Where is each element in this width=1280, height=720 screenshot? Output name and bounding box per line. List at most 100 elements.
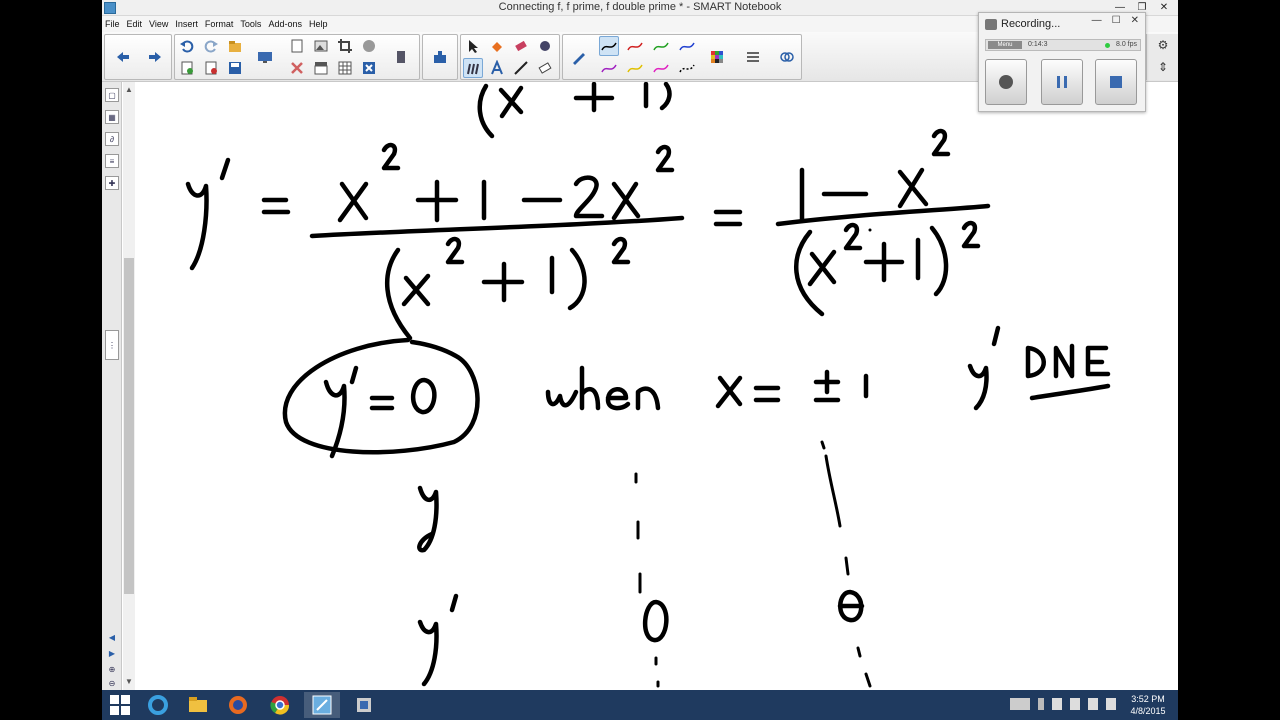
taskbar-firefox[interactable] bbox=[220, 692, 256, 718]
forward-icon bbox=[149, 52, 161, 62]
menu-view[interactable]: View bbox=[149, 19, 168, 29]
gallery-tab[interactable]: ▦ bbox=[105, 110, 119, 124]
delete-page-side-button[interactable]: ⊖ bbox=[105, 676, 119, 690]
pen-style-black[interactable] bbox=[599, 36, 619, 56]
menu-file[interactable]: File bbox=[105, 19, 120, 29]
delete-button[interactable] bbox=[287, 58, 307, 78]
pen-style-green[interactable] bbox=[651, 36, 671, 56]
screen-button[interactable] bbox=[255, 47, 275, 67]
recorder-minimize-button[interactable]: — bbox=[1092, 15, 1102, 26]
properties-button[interactable] bbox=[743, 47, 763, 67]
tools-button[interactable] bbox=[391, 47, 411, 67]
select-button[interactable] bbox=[463, 36, 483, 56]
settings-button[interactable]: ⚙ bbox=[1153, 36, 1173, 54]
battery-icon[interactable] bbox=[1070, 698, 1080, 710]
pen-style-magenta[interactable] bbox=[651, 58, 671, 78]
screen-shade-button[interactable] bbox=[311, 58, 331, 78]
numerator-left bbox=[337, 142, 675, 223]
menu-help[interactable]: Help bbox=[309, 19, 328, 29]
taskbar-clock[interactable]: 3:52 PM 4/8/2015 bbox=[1126, 693, 1170, 717]
next-page-button[interactable]: ▶ bbox=[105, 646, 119, 660]
gear-icon: ⚙ bbox=[1157, 38, 1169, 52]
pen-style-purple[interactable] bbox=[599, 58, 619, 78]
when-x-plus-minus-one bbox=[545, 365, 869, 411]
eraser-icon bbox=[515, 40, 527, 52]
delete-page-button[interactable] bbox=[201, 58, 221, 78]
pen-style-red[interactable] bbox=[625, 36, 645, 56]
properties-tab[interactable]: ≡ bbox=[105, 154, 119, 168]
open-button[interactable] bbox=[225, 36, 245, 56]
add-page-side-button[interactable]: ⊕ bbox=[105, 662, 119, 676]
save-button[interactable] bbox=[225, 58, 245, 78]
move-toolbar-button[interactable]: ⇕ bbox=[1153, 58, 1173, 76]
magic-button[interactable] bbox=[359, 36, 379, 56]
prev-page-button[interactable]: ◀ bbox=[105, 630, 119, 644]
scroll-thumb[interactable] bbox=[124, 258, 134, 594]
taskbar-chrome[interactable] bbox=[262, 692, 298, 718]
scroll-down-arrow[interactable]: ▼ bbox=[123, 676, 135, 688]
page-sorter-icon: ▢ bbox=[108, 90, 116, 100]
record-button[interactable] bbox=[985, 59, 1027, 105]
add-ons-button[interactable] bbox=[430, 47, 450, 67]
menu-insert[interactable]: Insert bbox=[175, 19, 198, 29]
menu-tools[interactable]: Tools bbox=[240, 19, 261, 29]
close-doc-button[interactable] bbox=[359, 58, 379, 78]
redo-button[interactable] bbox=[201, 36, 221, 56]
pause-button[interactable] bbox=[1041, 59, 1083, 105]
vertical-scrollbar[interactable]: ▲ ▼ bbox=[123, 82, 135, 690]
y-prime-equals bbox=[185, 157, 291, 271]
page-button[interactable] bbox=[287, 36, 307, 56]
menu-add-ons[interactable]: Add-ons bbox=[268, 19, 302, 29]
system-tray bbox=[1010, 698, 1116, 710]
recorder-window-controls: — ☐ ✕ bbox=[1092, 15, 1139, 26]
stop-button[interactable] bbox=[1095, 59, 1137, 105]
taskbar-smart-notebook[interactable] bbox=[304, 692, 340, 718]
crop-button[interactable] bbox=[335, 36, 355, 56]
table-button[interactable] bbox=[335, 58, 355, 78]
shape-eraser-button[interactable] bbox=[535, 58, 555, 78]
taskbar-file-explorer[interactable] bbox=[180, 692, 216, 718]
color-button[interactable] bbox=[707, 47, 727, 67]
creative-pen-button[interactable] bbox=[535, 36, 555, 56]
taskbar-recorder[interactable] bbox=[346, 692, 382, 718]
recorder-mode-dropdown[interactable]: Menu bbox=[988, 41, 1022, 49]
addons-tab[interactable]: ✚ bbox=[105, 176, 119, 190]
undo-button[interactable] bbox=[177, 36, 197, 56]
keyboard-icon[interactable] bbox=[1010, 698, 1030, 710]
menu-edit[interactable]: Edit bbox=[127, 19, 143, 29]
page-sorter-tab[interactable]: ▢ bbox=[105, 88, 119, 102]
collapse-handle[interactable]: ⋮ bbox=[105, 330, 119, 360]
denominator-left bbox=[384, 236, 631, 341]
recorder-close-button[interactable]: ✕ bbox=[1131, 15, 1139, 26]
pen-style-dashed[interactable] bbox=[677, 58, 697, 78]
start-button[interactable] bbox=[102, 692, 138, 718]
taskbar-internet-explorer[interactable] bbox=[140, 692, 176, 718]
attach-button[interactable] bbox=[777, 47, 797, 67]
add-page-button[interactable] bbox=[177, 58, 197, 78]
flag-icon[interactable] bbox=[1052, 698, 1062, 710]
chevron-up-icon[interactable] bbox=[1038, 698, 1044, 710]
volume-icon[interactable] bbox=[1106, 698, 1116, 710]
recorder-maximize-button[interactable]: ☐ bbox=[1112, 15, 1121, 26]
cursor-dot bbox=[868, 228, 872, 232]
back-button[interactable] bbox=[113, 47, 133, 67]
eraser-button[interactable] bbox=[511, 36, 531, 56]
pen-button[interactable] bbox=[569, 47, 589, 67]
text-button[interactable] bbox=[487, 58, 507, 78]
whiteboard-canvas[interactable] bbox=[136, 82, 1178, 690]
forward-button[interactable] bbox=[145, 47, 165, 67]
attach-icon bbox=[780, 52, 794, 62]
fill-icon bbox=[492, 42, 502, 52]
menu-format[interactable]: Format bbox=[205, 19, 234, 29]
scroll-up-arrow[interactable]: ▲ bbox=[123, 84, 135, 96]
close-button[interactable]: ✕ bbox=[1154, 0, 1174, 15]
line-button[interactable] bbox=[511, 58, 531, 78]
internet-explorer-icon bbox=[148, 695, 168, 715]
pens-button[interactable] bbox=[463, 58, 483, 78]
fill-button[interactable] bbox=[487, 36, 507, 56]
pen-style-yellow[interactable] bbox=[625, 58, 645, 78]
network-icon[interactable] bbox=[1088, 698, 1098, 710]
pen-style-blue[interactable] bbox=[677, 36, 697, 56]
attachments-tab[interactable]: ∂ bbox=[105, 132, 119, 146]
image-button[interactable] bbox=[311, 36, 331, 56]
